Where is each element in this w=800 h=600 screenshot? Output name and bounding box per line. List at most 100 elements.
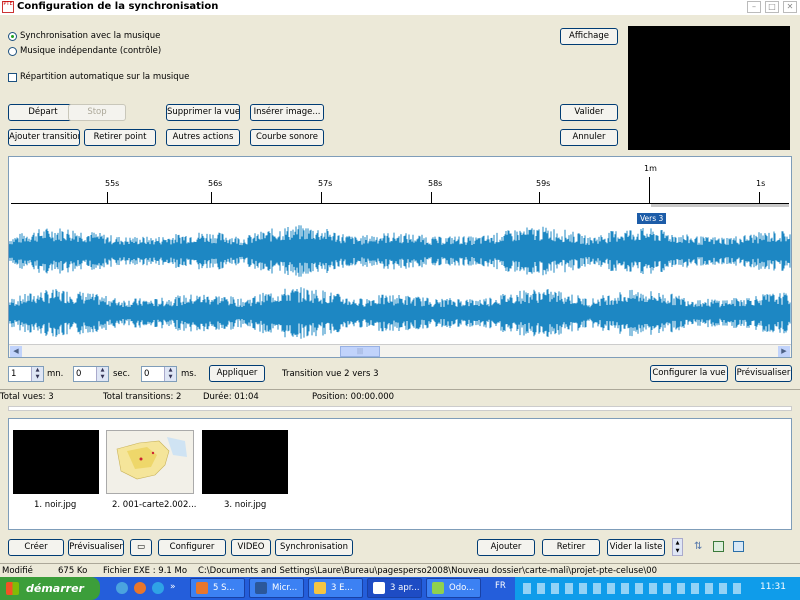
grid-view-icon[interactable] [713,541,724,552]
sound-curve-button[interactable]: Courbe sonore [250,129,324,146]
taskbar-item-4[interactable]: 3 apr... [367,578,422,598]
thumbnail-3[interactable] [202,430,288,494]
ruler-tick-mark [211,192,212,203]
spin-arrows-icon[interactable]: ▲ ▼ [96,367,108,381]
ruler-tick-55s: 55s [105,179,120,188]
display-button[interactable]: Affichage [560,28,618,45]
other-actions-button[interactable]: Autres actions [166,129,240,146]
splitter[interactable] [8,406,792,411]
radio-music-sync[interactable] [8,32,17,41]
ruler-tick-mark [649,177,650,203]
spin-arrows-icon[interactable]: ▲ ▼ [31,367,43,381]
spin-arrows-icon[interactable]: ▲ ▼ [164,367,176,381]
delete-view-button[interactable]: Supprimer la vue [166,104,240,121]
taskbar-item-label: Odo... [449,583,475,593]
thumbnail-2[interactable] [106,430,194,494]
thumbnail-1[interactable] [13,430,99,494]
minutes-input[interactable]: 1 ▲ ▼ [8,366,44,382]
timeline-scrollbar[interactable]: ◀ ||| ▶ [9,344,791,357]
taskbar-item-label: 3 apr... [390,583,420,593]
thumbnail-label: 1. noir.jpg [34,500,77,510]
apply-button[interactable]: Appliquer [209,365,265,382]
timeline-panel: 55s 56s 57s 58s 59s 1m 1s Vers 3 ◀ ||| ▶ [8,156,792,358]
windows-logo-icon [6,582,19,595]
transition-region [651,204,789,207]
language-indicator[interactable]: FR [495,581,506,591]
total-views: Total vues: 3 [0,392,54,402]
taskbar-item-2[interactable]: Micr... [249,578,304,598]
status-bar: Modifié 675 Ko Fichier EXE : 9.1 Mo C:\D… [0,563,800,578]
preview-screen [628,26,790,150]
seconds-input[interactable]: 0 ▲ ▼ [73,366,109,382]
remove-point-button[interactable]: Retirer point [84,129,156,146]
remove-button[interactable]: Retirer [542,539,600,556]
ruler-tick-mark [107,192,108,203]
tray-icons[interactable] [523,583,743,594]
ruler-tick-57s: 57s [318,179,333,188]
pte-icon [373,582,385,594]
synchronisation-button[interactable]: Synchronisation [275,539,353,556]
transition-label: Transition vue 2 vers 3 [282,369,379,379]
start-button[interactable]: démarrer [0,577,100,600]
word-icon [255,582,267,594]
clock: 11:31 [760,582,786,592]
validate-button[interactable]: Valider [560,104,618,121]
preview-bottom-button[interactable]: Prévisualiser [68,539,124,556]
ruler-tick-1s: 1s [756,179,766,188]
sort-icon[interactable]: ⇅ [694,541,702,552]
insert-image-button[interactable]: Insérer image... [250,104,324,121]
scroll-left-arrow[interactable]: ◀ [10,346,22,357]
ruler-tick-58s: 58s [428,179,443,188]
screen-icon-button[interactable]: ▭ [130,539,152,556]
auto-distribute-checkbox[interactable] [8,73,17,82]
map-image [107,431,193,493]
add-button[interactable]: Ajouter [477,539,535,556]
close-button[interactable]: ✕ [783,1,797,13]
preview-button[interactable]: Prévisualiser [735,365,792,382]
export-icon[interactable] [733,541,744,552]
file-path: C:\Documents and Settings\Laure\Bureau\p… [198,566,658,576]
empty-list-button[interactable]: Vider la liste [607,539,665,556]
position: Position: 00:00.000 [312,392,395,402]
info-row: Total vues: 3 Total transitions: 2 Durée… [0,389,800,404]
milliseconds-input[interactable]: 0 ▲ ▼ [141,366,177,382]
quick-launch-media-icon[interactable] [152,582,164,594]
waveform [9,225,791,339]
scroll-right-arrow[interactable]: ▶ [778,346,790,357]
taskbar-item-1[interactable]: 5 S... [190,578,245,598]
thumbnail-label: 2. 001-carte2.002... [112,500,197,510]
configure-view-button[interactable]: Configurer la vue [650,365,728,382]
ruler-tick-59s: 59s [536,179,551,188]
auto-distribute-label: Répartition automatique sur la musique [20,72,190,82]
minutes-value: 1 [11,369,17,379]
radio-independent-label: Musique indépendante (contrôle) [20,46,162,56]
ruler-tick-56s: 56s [208,179,223,188]
ruler-tick-mark [431,192,432,203]
thumbnail-label: 3. noir.jpg [224,500,267,510]
odeon-icon [432,582,444,594]
add-transition-button[interactable]: Ajouter transition [8,129,80,146]
stop-button[interactable]: Stop [68,104,126,121]
taskbar-item-3[interactable]: 3 E... [308,578,363,598]
milliseconds-unit: ms. [181,369,197,379]
duration: Durée: 01:04 [203,392,259,402]
quick-launch-firefox-icon[interactable] [134,582,146,594]
seconds-value: 0 [76,369,82,379]
move-arrows-icon[interactable]: ▲ ▼ [672,538,683,556]
configure-button[interactable]: Configurer [158,539,226,556]
window-title: Configuration de la synchronisation [17,1,219,12]
cancel-button[interactable]: Annuler [560,129,618,146]
create-button[interactable]: Créer [8,539,64,556]
taskbar-item-5[interactable]: Odo... [426,578,481,598]
maximize-button[interactable]: □ [765,1,779,13]
radio-independent[interactable] [8,47,17,56]
scroll-thumb[interactable]: ||| [340,346,380,357]
video-button[interactable]: VIDEO [231,539,271,556]
quick-launch-more-icon[interactable]: » [170,582,176,592]
taskbar-item-label: 3 E... [331,583,353,593]
system-tray: 11:31 [515,577,800,600]
quick-launch-ie-icon[interactable] [116,582,128,594]
ruler-tick-mark [759,192,760,203]
minimize-button[interactable]: – [747,1,761,13]
app-icon: PTE [2,1,14,13]
